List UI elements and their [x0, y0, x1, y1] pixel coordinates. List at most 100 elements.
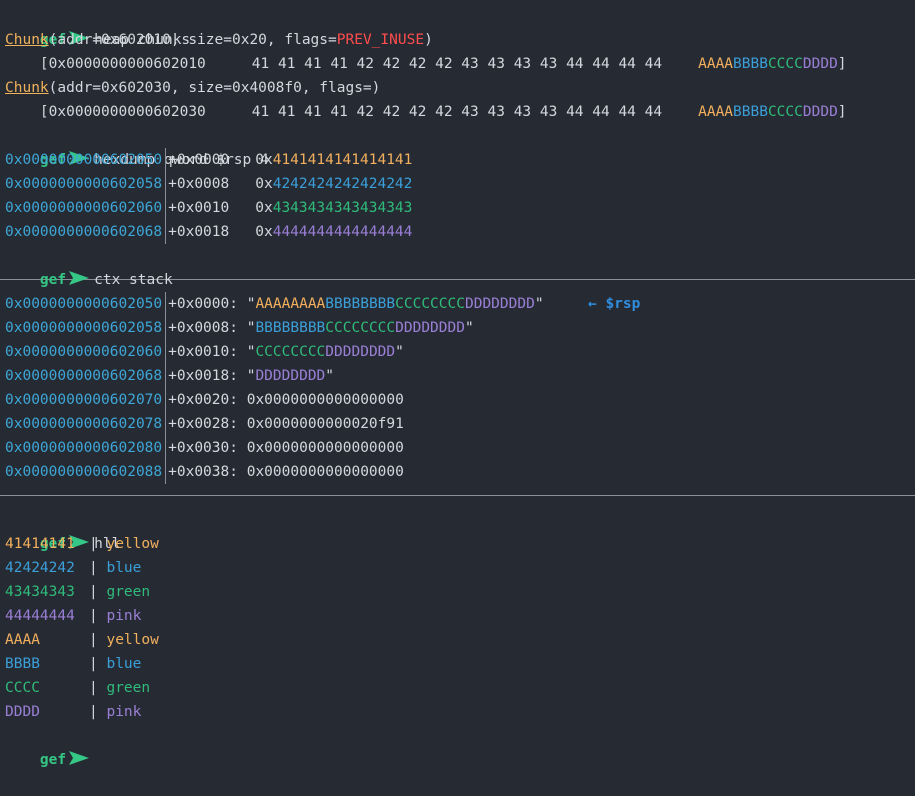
hll-row: CCCC | green [0, 676, 915, 700]
chunk-ascii-a: AAAA [698, 104, 734, 120]
context-divider [0, 495, 915, 496]
hexdump-offset: +0x0018 [168, 224, 230, 240]
chunk-flags: PREV_INUSE [336, 32, 425, 48]
stack-value: DDDDDDDD [255, 368, 326, 384]
chunk-info: (addr=0x602010, size=0x20, flags= [48, 32, 337, 48]
column-divider [165, 460, 167, 484]
chunk-data-address: 0x0000000000602010 [48, 56, 206, 72]
stack-row: 0x0000000000602058 +0x0008: " BBBBBBBBCCCC… [0, 316, 915, 340]
hexdump-address: 0x0000000000602068 [5, 224, 163, 240]
hexdump-offset: +0x0008 [168, 176, 230, 192]
prompt-arrow-icon [69, 751, 90, 765]
stack-offset: +0x0000: [168, 296, 247, 312]
chunk-data-address: 0x0000000000602030 [48, 104, 206, 120]
column-divider [165, 436, 167, 460]
hexdump-value: 4242424242424242 [272, 176, 413, 192]
chunk-bracket-close: ] [837, 104, 847, 120]
hexdump-value: 4141414141414141 [272, 152, 413, 168]
stack-row: 0x0000000000602068 +0x0018: "DDDDDDDD" [0, 364, 915, 388]
hexdump-row: 0x0000000000602050 +0x0000 0x4141414141414… [0, 148, 915, 172]
hll-row: DDDD | pink [0, 700, 915, 724]
chunk-name: Chunk [5, 80, 49, 96]
hll-row: 43434343 | green [0, 580, 915, 604]
hll-section: 41414141 | yellow 42424242 | blue 43434343 | … [0, 532, 915, 724]
rsp-pointer-marker: ← $rsp [588, 296, 641, 312]
chunk-info-close: ) [371, 80, 381, 96]
stack-value: 0x0000000000000000 [246, 464, 404, 480]
stack-value: AAAAAAAA [255, 296, 326, 312]
prompt-line: gef heap chunks [0, 4, 915, 48]
hll-separator: | [89, 560, 107, 576]
hll-color-name: yellow [106, 536, 159, 552]
hll-separator: | [89, 608, 107, 624]
stack-value: " [464, 320, 474, 336]
prompt-label: gef [39, 272, 67, 288]
column-divider [165, 388, 167, 412]
stack-value: DDDDDDDD [464, 296, 535, 312]
chunk-ascii-b: BBBB [733, 104, 768, 120]
stack-row: 0x0000000000602050 +0x0000: " AAAAAAAABBBB… [0, 292, 915, 316]
column-divider [165, 220, 167, 244]
stack-value: " [395, 344, 404, 360]
prompt-line[interactable]: gef [0, 724, 915, 768]
column-divider [165, 316, 167, 340]
chunk-header: Chunk(addr=0x602030, size=0x4008f0, flag… [0, 76, 915, 100]
hexdump-prefix: 0x [255, 224, 273, 240]
hexdump-row: 0x0000000000602068 +0x0018 0x4444444444444… [0, 220, 915, 244]
stack-value: " [534, 296, 544, 312]
stack-address: 0x0000000000602080 [5, 440, 163, 456]
hexdump-value: 4343434343434343 [272, 200, 413, 216]
stack-offset: +0x0028: [168, 416, 247, 432]
hll-row: 42424242 | blue [0, 556, 915, 580]
stack-offset: +0x0020: [168, 392, 247, 408]
hll-pattern: 42424242 [5, 560, 75, 576]
stack-value: 0x0000000000000000 [246, 392, 404, 408]
hll-color-name: green [106, 584, 151, 600]
hll-pattern: 44444444 [5, 608, 75, 624]
prompt-line: gef ctx stack [0, 244, 915, 288]
column-divider [165, 340, 167, 364]
hexdump-prefix: 0x [255, 176, 273, 192]
stack-offset: +0x0030: [168, 440, 247, 456]
hll-separator: | [89, 584, 107, 600]
prompt-arrow-icon [69, 271, 90, 285]
stack-value: CCCCCCCC [395, 296, 465, 312]
stack-offset: +0x0038: [168, 464, 247, 480]
stack-address: 0x0000000000602058 [5, 320, 163, 336]
chunk-bytes: 41 41 41 41 42 42 42 42 43 43 43 43 44 4… [251, 104, 663, 120]
chunk-ascii-d: DDDD [802, 104, 838, 120]
prompt-line: gef hll [0, 508, 915, 552]
hexdump-prefix: 0x [255, 152, 273, 168]
chunk-ascii-c: CCCC [767, 56, 803, 72]
stack-value: DDDDDDDD [325, 344, 396, 360]
hll-color-name: yellow [106, 632, 159, 648]
stack-value: DDDDDDDD [395, 320, 465, 336]
stack-address: 0x0000000000602060 [5, 344, 163, 360]
hll-color-name: blue [106, 656, 142, 672]
hll-pattern: CCCC [5, 680, 40, 696]
stack-offset: +0x0010: [168, 344, 247, 360]
prompt-line: gef hexdump qword $rsp 4 [0, 124, 915, 168]
hll-separator: | [89, 632, 107, 648]
stack-value: CCCCCCCC [255, 344, 326, 360]
hll-pattern: 43434343 [5, 584, 75, 600]
chunk-bytes: 41 41 41 41 42 42 42 42 43 43 43 43 44 4… [251, 56, 663, 72]
hexdump-prefix: 0x [255, 200, 273, 216]
chunk-ascii-a: AAAA [698, 56, 734, 72]
hexdump-offset: +0x0010 [168, 200, 230, 216]
hexdump-row: 0x0000000000602058 +0x0008 0x4242424242424… [0, 172, 915, 196]
hexdump-value: 4444444444444444 [272, 224, 413, 240]
stack-offset: +0x0008: [168, 320, 247, 336]
stack-row: 0x0000000000602070 +0x0020: 0x00000000000… [0, 388, 915, 412]
chunk-info: (addr=0x602030, size=0x4008f0, flags= [48, 80, 372, 96]
column-divider [165, 148, 167, 172]
terminal-output: gef heap chunks Chunk (addr=0x602010, size… [0, 4, 915, 768]
stack-value: 0x0000000000020f91 [246, 416, 404, 432]
chunk-data: [0x0000000000602010 41 41 41 41 42 42 42 … [0, 52, 915, 76]
chunk-bracket-open: [ [5, 56, 49, 72]
chunk-ascii-b: BBBB [733, 56, 768, 72]
hll-pattern: 41414141 [5, 536, 75, 552]
hll-row: 41414141 | yellow [0, 532, 915, 556]
hll-separator: | [89, 536, 107, 552]
hll-color-name: pink [106, 608, 142, 624]
